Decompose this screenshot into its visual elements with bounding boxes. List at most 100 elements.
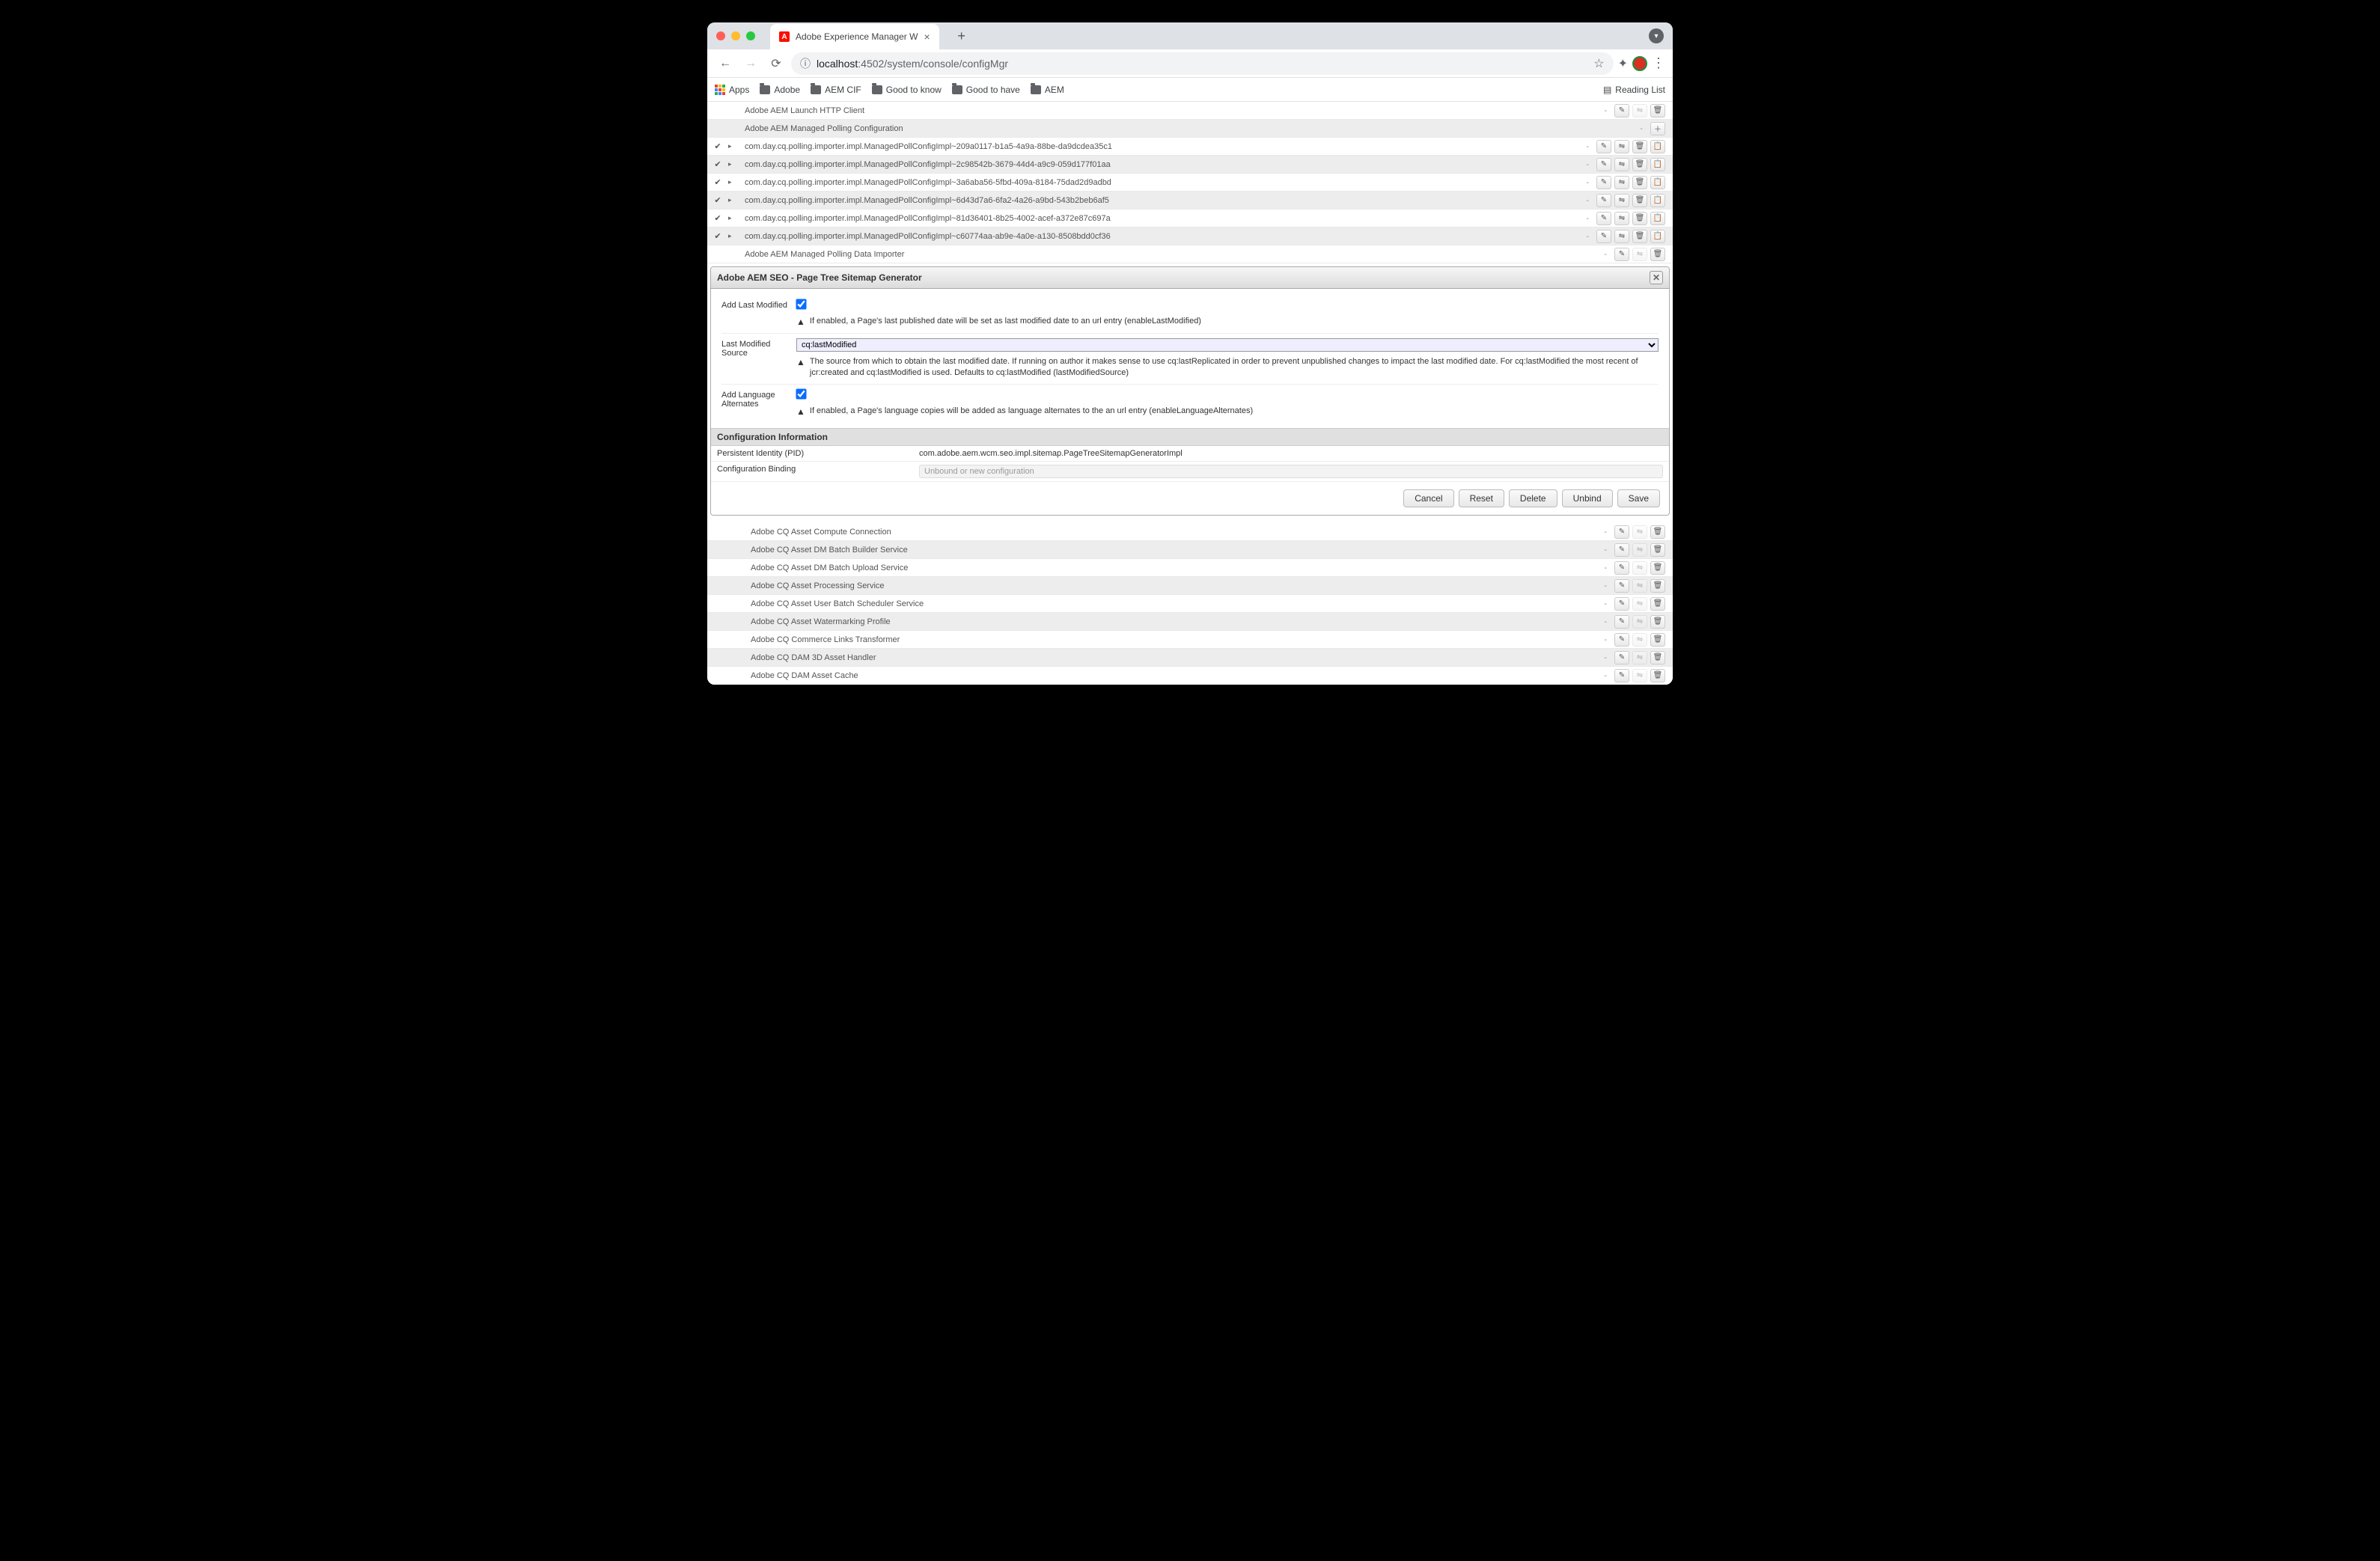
edit-icon[interactable]: ✎ [1614, 525, 1629, 539]
clipboard-icon[interactable]: 📋 [1650, 140, 1665, 153]
apps-shortcut[interactable]: Apps [715, 85, 749, 95]
copy-icon[interactable]: ⇋ [1614, 176, 1629, 189]
delete-icon[interactable]: 🗑 [1632, 158, 1647, 171]
edit-icon[interactable]: ✎ [1614, 248, 1629, 261]
delete-icon[interactable]: 🗑 [1650, 561, 1665, 575]
copy-icon[interactable]: ⇋ [1632, 597, 1647, 611]
copy-icon[interactable]: ⇋ [1614, 212, 1629, 225]
config-row[interactable]: Adobe CQ Commerce Links Transformer-✎⇋🗑 [707, 631, 1673, 649]
copy-icon[interactable]: ⇋ [1632, 669, 1647, 682]
edit-icon[interactable]: ✎ [1614, 669, 1629, 682]
delete-icon[interactable]: 🗑 [1650, 525, 1665, 539]
delete-icon[interactable]: 🗑 [1632, 194, 1647, 207]
delete-icon[interactable]: 🗑 [1632, 212, 1647, 225]
config-row[interactable]: ✔▸com.day.cq.polling.importer.impl.Manag… [707, 227, 1673, 245]
delete-icon[interactable]: 🗑 [1632, 230, 1647, 243]
edit-icon[interactable]: ✎ [1596, 176, 1611, 189]
copy-icon[interactable]: ⇋ [1632, 633, 1647, 647]
config-row[interactable]: ✔▸com.day.cq.polling.importer.impl.Manag… [707, 156, 1673, 174]
expand-arrow-icon[interactable]: ▸ [728, 232, 740, 240]
delete-icon[interactable]: 🗑 [1650, 651, 1665, 665]
last-modified-source-select[interactable]: cq:lastModified [796, 338, 1659, 352]
reset-button[interactable]: Reset [1459, 489, 1504, 507]
copy-icon[interactable]: ⇋ [1614, 158, 1629, 171]
copy-icon[interactable]: ⇋ [1632, 561, 1647, 575]
copy-icon[interactable]: ⇋ [1632, 104, 1647, 117]
window-maximize[interactable] [746, 31, 755, 40]
clipboard-icon[interactable]: 📋 [1650, 212, 1665, 225]
back-button[interactable]: ← [715, 53, 736, 74]
delete-icon[interactable]: 🗑 [1650, 597, 1665, 611]
expand-arrow-icon[interactable]: ▸ [728, 178, 740, 186]
edit-icon[interactable]: ✎ [1596, 140, 1611, 153]
bookmark-adobe[interactable]: Adobe [760, 85, 800, 95]
config-row[interactable]: Adobe CQ Asset DM Batch Builder Service-… [707, 541, 1673, 559]
edit-icon[interactable]: ✎ [1614, 651, 1629, 665]
clipboard-icon[interactable]: 📋 [1650, 176, 1665, 189]
delete-icon[interactable]: 🗑 [1650, 633, 1665, 647]
edit-icon[interactable]: ✎ [1596, 194, 1611, 207]
config-row[interactable]: Adobe CQ DAM Asset Cache-✎⇋🗑 [707, 667, 1673, 685]
edit-icon[interactable]: ✎ [1614, 597, 1629, 611]
config-row[interactable]: Adobe CQ Asset DM Batch Upload Service-✎… [707, 559, 1673, 577]
delete-icon[interactable]: 🗑 [1650, 579, 1665, 593]
clipboard-icon[interactable]: 📋 [1650, 230, 1665, 243]
delete-icon[interactable]: 🗑 [1650, 543, 1665, 557]
expand-arrow-icon[interactable]: ▸ [728, 160, 740, 168]
edit-icon[interactable]: ✎ [1596, 158, 1611, 171]
edit-icon[interactable]: ✎ [1614, 561, 1629, 575]
delete-button[interactable]: Delete [1509, 489, 1557, 507]
add-last-modified-checkbox[interactable] [796, 299, 806, 309]
delete-icon[interactable]: 🗑 [1650, 615, 1665, 629]
reading-list-button[interactable]: ▤ Reading List [1603, 85, 1665, 95]
edit-icon[interactable]: ✎ [1614, 615, 1629, 629]
edit-icon[interactable]: ✎ [1596, 212, 1611, 225]
address-bar[interactable]: ⓘ localhost:4502/system/console/configMg… [791, 52, 1614, 75]
copy-icon[interactable]: ⇋ [1632, 651, 1647, 665]
edit-icon[interactable]: ✎ [1614, 104, 1629, 117]
delete-icon[interactable]: 🗑 [1632, 140, 1647, 153]
config-row[interactable]: ✔▸com.day.cq.polling.importer.impl.Manag… [707, 174, 1673, 192]
bookmark-aem[interactable]: AEM [1031, 85, 1064, 95]
delete-icon[interactable]: 🗑 [1650, 104, 1665, 117]
clipboard-icon[interactable]: 📋 [1650, 194, 1665, 207]
config-row[interactable]: Adobe CQ Asset Processing Service-✎⇋🗑 [707, 577, 1673, 595]
delete-icon[interactable]: 🗑 [1650, 669, 1665, 682]
copy-icon[interactable]: ⇋ [1632, 525, 1647, 539]
copy-icon[interactable]: ⇋ [1632, 248, 1647, 261]
config-row[interactable]: Adobe AEM Launch HTTP Client-✎⇋🗑 [707, 102, 1673, 120]
browser-menu-icon[interactable]: ⋮ [1652, 55, 1665, 71]
browser-tab[interactable]: A Adobe Experience Manager W × [770, 24, 939, 49]
copy-icon[interactable]: ⇋ [1614, 194, 1629, 207]
expand-arrow-icon[interactable]: ▸ [728, 196, 740, 204]
expand-arrow-icon[interactable]: ▸ [728, 142, 740, 150]
copy-icon[interactable]: ⇋ [1632, 543, 1647, 557]
delete-icon[interactable]: 🗑 [1632, 176, 1647, 189]
forward-button[interactable]: → [740, 53, 761, 74]
copy-icon[interactable]: ⇋ [1632, 579, 1647, 593]
unbind-button[interactable]: Unbind [1562, 489, 1613, 507]
config-row[interactable]: Adobe CQ Asset User Batch Scheduler Serv… [707, 595, 1673, 613]
config-row[interactable]: ✔▸com.day.cq.polling.importer.impl.Manag… [707, 192, 1673, 210]
config-row[interactable]: Adobe AEM Managed Polling Configuration-… [707, 120, 1673, 138]
bookmark-good-to-know[interactable]: Good to know [872, 85, 942, 95]
config-row[interactable]: Adobe AEM Managed Polling Data Importer-… [707, 245, 1673, 263]
profile-avatar[interactable] [1632, 56, 1647, 71]
copy-icon[interactable]: ⇋ [1614, 140, 1629, 153]
site-info-icon[interactable]: ⓘ [800, 56, 811, 71]
add-language-alternates-checkbox[interactable] [796, 388, 806, 399]
config-row[interactable]: ✔▸com.day.cq.polling.importer.impl.Manag… [707, 210, 1673, 227]
edit-icon[interactable]: ✎ [1614, 633, 1629, 647]
config-row[interactable]: Adobe CQ Asset Compute Connection-✎⇋🗑 [707, 523, 1673, 541]
bookmark-good-to-have[interactable]: Good to have [952, 85, 1020, 95]
clipboard-icon[interactable]: 📋 [1650, 158, 1665, 171]
dialog-close-button[interactable]: ✕ [1650, 271, 1663, 284]
config-row[interactable]: Adobe CQ Asset Watermarking Profile-✎⇋🗑 [707, 613, 1673, 631]
bookmark-star-icon[interactable]: ☆ [1593, 56, 1604, 71]
window-close[interactable] [716, 31, 725, 40]
copy-icon[interactable]: ⇋ [1614, 230, 1629, 243]
edit-icon[interactable]: ✎ [1614, 579, 1629, 593]
profile-indicator-icon[interactable]: ▾ [1649, 28, 1664, 43]
edit-icon[interactable]: ✎ [1614, 543, 1629, 557]
reload-button[interactable]: ⟳ [766, 53, 787, 74]
